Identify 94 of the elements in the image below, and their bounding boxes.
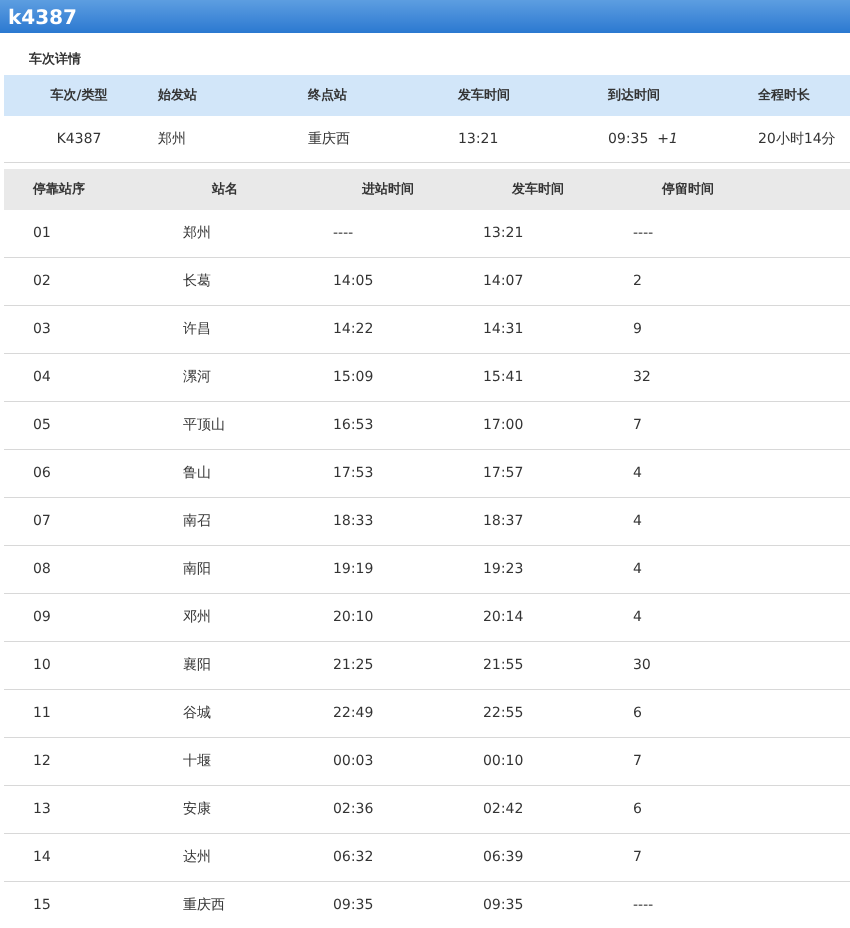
table-cell-text: 郑州 — [183, 224, 212, 243]
table-cell-text: 18:37 — [483, 512, 524, 531]
table-cell-text: 襄阳 — [183, 656, 212, 675]
table-cell-text: 重庆西 — [183, 896, 226, 915]
table-cell-text: 05 — [33, 416, 52, 435]
table-cell-text: 06:32 — [333, 848, 374, 867]
table-cell-text: 10 — [33, 656, 52, 675]
table-cell-text: 平顶山 — [183, 416, 226, 435]
table-cell-text: 20:10 — [333, 608, 374, 627]
table-cell-text: 17:53 — [333, 464, 374, 483]
table-cell-text: 7 — [633, 752, 643, 771]
table-cell-text: 长葛 — [183, 272, 212, 291]
table-cell-text: 重庆西 — [307, 130, 351, 148]
table-cell-text: 郑州 — [157, 130, 187, 148]
table-cell-text: 18:33 — [333, 512, 374, 531]
table-cell-text: 6 — [633, 800, 643, 819]
table-cell-text: 许昌 — [183, 320, 212, 339]
table-cell-text: 22:49 — [333, 704, 374, 723]
table-cell-text: 02:36 — [333, 800, 374, 819]
table-cell-text: 7 — [633, 848, 643, 867]
table-cell-text: 十堰 — [183, 752, 212, 771]
table-cell-text: 19:23 — [483, 560, 524, 579]
table-cell-text: 安康 — [183, 800, 212, 819]
table-cell-text: 13 — [33, 800, 52, 819]
section-title: 车次详情 — [29, 50, 81, 70]
table-cell-text: ---- — [633, 896, 654, 915]
table-cell-text: 22:55 — [483, 704, 524, 723]
table-cell-text: 4 — [633, 464, 643, 483]
table-cell-text: 04 — [33, 368, 52, 387]
table-cell-text: 15 — [33, 896, 52, 915]
table-cell-text: 09:35 +1 — [607, 130, 679, 148]
table-cell-text: 邓州 — [183, 608, 212, 627]
table-cell-text: 21:55 — [483, 656, 524, 675]
table-cell-text: 15:41 — [483, 368, 524, 387]
table-cell-text: 09:35 — [483, 896, 524, 915]
table-cell-text: 01 — [33, 224, 52, 243]
table-cell-text: 07 — [33, 512, 52, 531]
column-header: 停靠站序 — [33, 180, 86, 199]
table-cell-text: 谷城 — [183, 704, 212, 723]
table-cell-text: 03 — [33, 320, 52, 339]
column-header: 终点站 — [306, 86, 348, 105]
table-cell-text: 06:39 — [483, 848, 524, 867]
table-cell-text: 00:03 — [333, 752, 374, 771]
table-cell-text: 14:22 — [333, 320, 374, 339]
table-cell-text: 09:35 — [333, 896, 374, 915]
table-cell-text: 13:21 — [457, 130, 500, 148]
table-cell-text: ---- — [633, 224, 654, 243]
table-cell-text: 南召 — [183, 512, 212, 531]
table-cell-text: 12 — [33, 752, 52, 771]
table-cell-text: 7 — [633, 416, 643, 435]
column-header: 进站时间 — [362, 180, 415, 199]
column-header: 始发站 — [156, 86, 198, 105]
table-cell-text: 00:10 — [483, 752, 524, 771]
table-cell-text: 09 — [33, 608, 52, 627]
table-cell-text: 02:42 — [483, 800, 524, 819]
table-cell-text: 漯河 — [183, 368, 212, 387]
table-cell-text: 14:05 — [333, 272, 374, 291]
table-cell-text: 02 — [33, 272, 52, 291]
table-cell-text: 4 — [633, 560, 643, 579]
table-cell-text: 16:53 — [333, 416, 374, 435]
table-cell-text: 4 — [633, 608, 643, 627]
table-cell-text: 14:31 — [483, 320, 524, 339]
column-header: 全程时长 — [757, 86, 811, 105]
column-header: 站名 — [212, 180, 239, 199]
table-cell-text: 南阳 — [183, 560, 212, 579]
column-header: 发车时间 — [456, 86, 511, 105]
table-cell-text: 30 — [633, 656, 652, 675]
train-title: k4387 — [8, 4, 77, 30]
column-header: 到达时间 — [606, 86, 661, 105]
table-cell-text: 20小时14分 — [757, 130, 837, 148]
table-cell-text: 4 — [633, 512, 643, 531]
table-cell-text: 08 — [33, 560, 52, 579]
table-cell-text: 06 — [33, 464, 52, 483]
table-cell-text: 17:00 — [483, 416, 524, 435]
table-cell-text: 21:25 — [333, 656, 374, 675]
table-cell-text: 14 — [33, 848, 52, 867]
column-header: 车次/类型 — [50, 86, 108, 105]
table-cell-text: 6 — [633, 704, 643, 723]
table-cell-text: 17:57 — [483, 464, 524, 483]
table-cell-text: 13:21 — [483, 224, 524, 243]
table-cell-text: 9 — [633, 320, 643, 339]
table-cell-text: 15:09 — [333, 368, 374, 387]
table-cell-text: 鲁山 — [183, 464, 212, 483]
table-cell-text: 达州 — [183, 848, 212, 867]
table-cell-text: 2 — [633, 272, 643, 291]
column-header: 停留时间 — [662, 180, 715, 199]
table-cell-text: K4387 — [56, 130, 102, 148]
table-cell-text: 14:07 — [483, 272, 524, 291]
column-header: 发车时间 — [512, 180, 565, 199]
table-cell-text: 11 — [33, 704, 52, 723]
table-cell-text: 20:14 — [483, 608, 524, 627]
table-cell-text: 19:19 — [333, 560, 374, 579]
table-cell-text: 32 — [633, 368, 652, 387]
table-cell-text: ---- — [333, 224, 354, 243]
